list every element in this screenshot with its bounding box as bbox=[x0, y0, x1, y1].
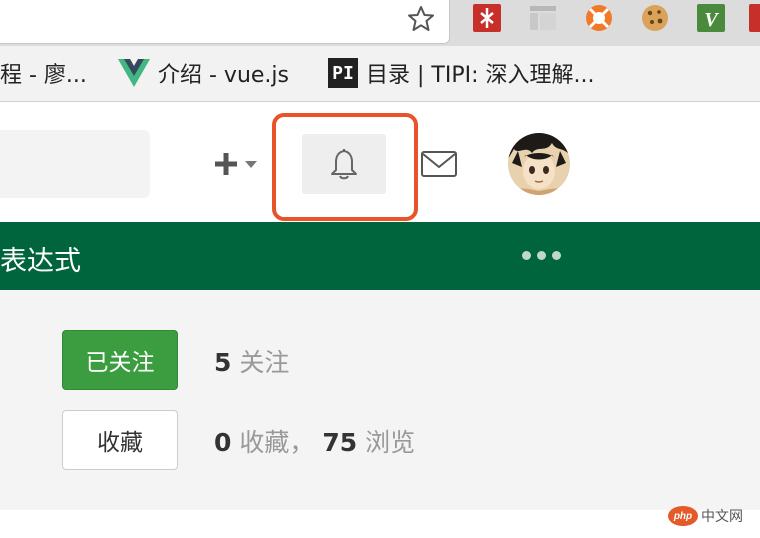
dot-icon bbox=[522, 250, 531, 260]
gray-layout-extension-icon[interactable] bbox=[528, 3, 558, 33]
create-button[interactable] bbox=[212, 147, 268, 181]
bookmark-label: 程 - 廖... bbox=[0, 63, 87, 88]
vue-logo-icon bbox=[118, 59, 150, 87]
bookmark-star-icon[interactable] bbox=[406, 4, 436, 34]
collect-count: 0 bbox=[214, 428, 232, 457]
bookmark-item[interactable]: 程 - 廖... bbox=[0, 58, 87, 88]
view-count-label: 浏览 bbox=[365, 428, 416, 457]
follow-button[interactable]: 已关注 bbox=[62, 330, 178, 390]
page-bottom bbox=[0, 510, 760, 538]
collect-button[interactable]: 收藏 bbox=[62, 410, 178, 470]
dot-icon bbox=[537, 250, 546, 260]
collect-count-label: 收藏， bbox=[239, 428, 315, 457]
question-actions-panel: 已关注 5 关注 收藏 0 收藏， 75 浏览 bbox=[0, 290, 760, 510]
question-tag-bar: 表达式 bbox=[0, 222, 760, 290]
bookmark-item[interactable]: 介绍 - vue.js bbox=[118, 58, 289, 88]
bookmark-label: 介绍 - vue.js bbox=[158, 63, 289, 88]
orange-lifebuoy-extension-icon[interactable] bbox=[584, 3, 614, 33]
search-input[interactable] bbox=[0, 130, 150, 198]
collect-view-stat: 0 收藏， 75 浏览 bbox=[214, 423, 415, 459]
php-cn-watermark: php 中文网 bbox=[668, 506, 743, 526]
notifications-button[interactable] bbox=[302, 134, 386, 194]
address-bar[interactable] bbox=[0, 0, 450, 44]
follow-stat: 5 关注 bbox=[214, 343, 289, 379]
site-header bbox=[0, 103, 760, 221]
red-extension-icon[interactable] bbox=[748, 3, 760, 33]
green-v-extension-icon[interactable]: V bbox=[696, 3, 726, 33]
plus-icon bbox=[215, 153, 237, 175]
cookie-extension-icon[interactable] bbox=[640, 3, 670, 33]
follow-count: 5 bbox=[214, 348, 232, 377]
mail-icon[interactable] bbox=[420, 149, 458, 179]
bookmark-item[interactable]: PI 目录 | TIPI: 深入理解... bbox=[328, 58, 594, 88]
caret-down-icon bbox=[245, 161, 257, 168]
tipi-logo-icon: PI bbox=[328, 58, 358, 88]
watermark-text: 中文网 bbox=[701, 509, 743, 525]
tag-title[interactable]: 表达式 bbox=[0, 239, 81, 278]
php-logo-icon: php bbox=[668, 506, 698, 526]
svg-text:V: V bbox=[704, 9, 719, 31]
follow-count-label: 关注 bbox=[239, 348, 290, 377]
bookmark-label: 目录 | TIPI: 深入理解... bbox=[366, 63, 595, 88]
more-options-button[interactable] bbox=[522, 240, 566, 270]
dot-icon bbox=[552, 250, 561, 260]
bookmarks-bar: 程 - 廖... 介绍 - vue.js PI 目录 | TIPI: 深入理解.… bbox=[0, 46, 760, 102]
red-extension-icon[interactable] bbox=[472, 3, 502, 33]
bell-icon bbox=[331, 149, 357, 180]
browser-toolbar: V bbox=[0, 0, 760, 46]
view-count: 75 bbox=[322, 428, 358, 457]
avatar[interactable] bbox=[508, 133, 570, 195]
